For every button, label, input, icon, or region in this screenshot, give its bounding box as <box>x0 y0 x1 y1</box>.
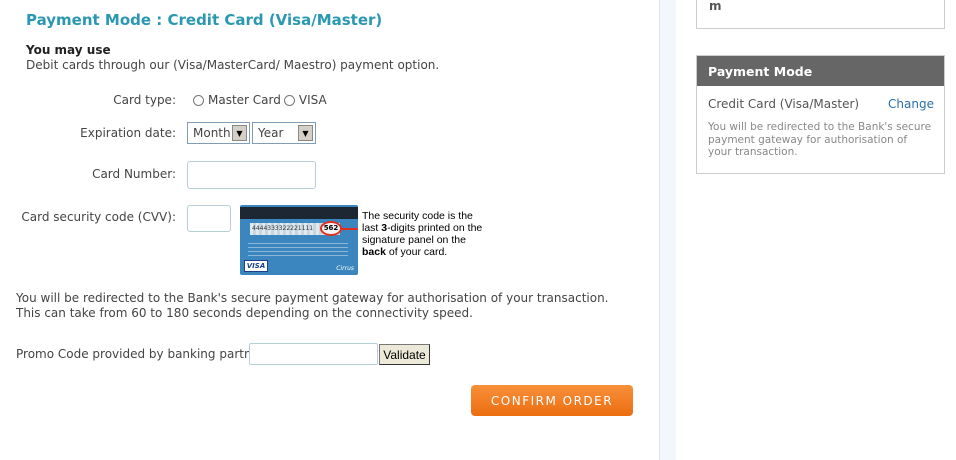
may-use-heading: You may use <box>26 43 111 57</box>
month-select-value: Month <box>193 126 231 140</box>
page-title: Payment Mode : Credit Card (Visa/Master) <box>26 11 383 29</box>
sidebar-top-box: m <box>696 0 945 29</box>
payment-mode-heading: Payment Mode <box>697 56 944 86</box>
redirect-note-line2: This can take from 60 to 180 seconds dep… <box>16 306 473 320</box>
confirm-order-button[interactable]: CONFIRM ORDER <box>471 385 633 416</box>
validate-button[interactable]: Validate <box>379 344 430 365</box>
cvv-hint-text: The security code is the last 3-digits p… <box>362 210 483 258</box>
redirect-note: You will be redirected to the Bank's sec… <box>16 291 609 321</box>
expiration-month-select[interactable]: Month ▼ <box>187 122 250 144</box>
selected-payment-mode: Credit Card (Visa/Master) <box>708 97 860 111</box>
expiration-date-label: Expiration date: <box>80 126 176 140</box>
cvv-hint: 4444333322221111 562 VISA Cirrus The sec… <box>240 205 487 275</box>
mastercard-radio[interactable] <box>193 94 204 106</box>
redirect-note-line1: You will be redirected to the Bank's sec… <box>16 291 609 305</box>
visa-label: VISA <box>298 93 327 107</box>
change-payment-mode-link[interactable]: Change <box>888 97 934 111</box>
sidebar-top-box-text: m <box>709 0 722 13</box>
may-use-description: Debit cards through our (Visa/MasterCard… <box>26 58 440 72</box>
chevron-down-icon: ▼ <box>298 125 313 141</box>
visa-logo: VISA <box>244 260 268 272</box>
payment-mode-note: You will be redirected to the Bank's sec… <box>708 121 932 158</box>
cvv-pointer <box>342 228 358 230</box>
card-type-visa-option[interactable]: VISA <box>283 93 327 107</box>
mastercard-label: Master Card <box>208 93 281 107</box>
cvv-highlight: 562 <box>320 221 342 236</box>
payment-mode-box: Payment Mode Credit Card (Visa/Master) C… <box>696 55 945 174</box>
promo-code-label: Promo Code provided by banking partner <box>16 347 264 361</box>
card-fine-print <box>248 240 348 256</box>
cirrus-logo: Cirrus <box>336 265 354 272</box>
payment-form-panel: Payment Mode : Credit Card (Visa/Master)… <box>0 0 660 460</box>
chevron-down-icon: ▼ <box>232 125 247 141</box>
sidebar: m Payment Mode Credit Card (Visa/Master)… <box>676 0 956 460</box>
card-type-mastercard-option[interactable]: Master Card <box>193 93 281 107</box>
layout-gutter <box>660 0 676 460</box>
card-type-radio-group: Master Card VISA <box>193 93 330 107</box>
card-number-input[interactable] <box>187 161 316 189</box>
card-type-label: Card type: <box>113 93 176 107</box>
visa-radio[interactable] <box>283 94 295 106</box>
expiration-year-select[interactable]: Year ▼ <box>252 122 316 144</box>
promo-code-input[interactable] <box>249 343 378 365</box>
cvv-label: Card security code (CVV): <box>21 210 176 224</box>
cvv-input[interactable] <box>187 205 231 232</box>
card-number-label: Card Number: <box>92 167 176 181</box>
year-select-value: Year <box>258 126 284 140</box>
card-back-image: 4444333322221111 562 VISA Cirrus <box>240 205 358 275</box>
magnetic-stripe <box>240 207 358 219</box>
